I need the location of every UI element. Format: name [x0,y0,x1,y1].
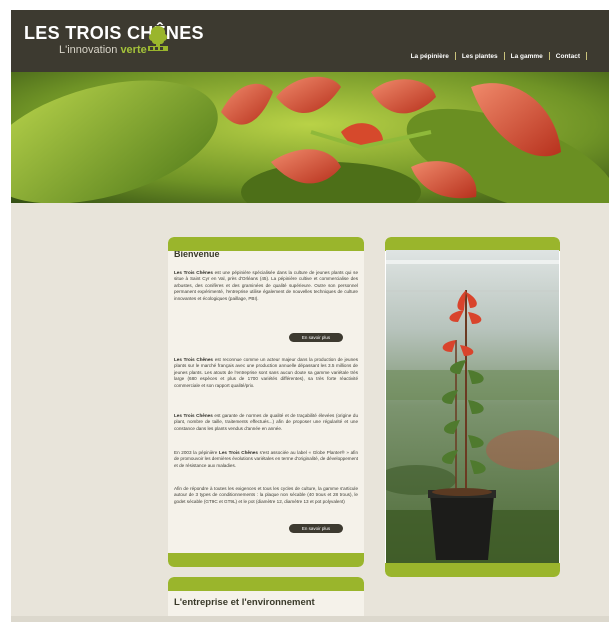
potted-plant-image [386,250,559,563]
welcome-paragraph-3: Les Trois Chênes est garante de normes d… [174,413,358,432]
learn-more-button[interactable]: En savoir plus [289,333,343,342]
main-nav: La pépinière Les plantes La gamme Contac… [405,52,587,60]
welcome-paragraph-2: Les Trois Chênes est reconnue comme un a… [174,357,358,389]
enterprise-title: L'entreprise et l'environnement [174,597,315,608]
oak-tree-logo-icon [148,26,168,51]
card-footer-bar [168,553,364,567]
page-bottom-strip [11,616,609,622]
plant-in-pot-photo [386,250,559,563]
site-header: LES TROIS CHÊNES L'innovation verte La p… [11,10,609,72]
card-header-bar [168,237,364,251]
hero-banner-image [11,72,609,203]
brand-name: Les Trois Chênes [219,450,258,455]
card-header-bar [168,577,364,591]
logo-title[interactable]: LES TROIS CHÊNES [24,23,204,44]
red-leaves-photo [11,72,609,203]
welcome-paragraph-1: Les Trois Chênes est une pépinière spéci… [174,270,358,302]
nav-item-gamme[interactable]: La gamme [505,53,549,60]
welcome-paragraph-4: En 2003 la pépinière Les Trois Chênes s'… [174,450,358,469]
nav-item-contact[interactable]: Contact [550,53,586,60]
nav-item-plantes[interactable]: Les plantes [456,53,504,60]
brand-name: Les Trois Chênes [174,413,213,418]
welcome-paragraph-5: Afin de répondre à toutes les exigences … [174,486,358,504]
plant-photo-card [385,237,560,577]
brand-name: Les Trois Chênes [174,270,213,275]
welcome-card: Bienvenue Les Trois Chênes est une pépin… [168,237,364,567]
tagline-prefix: L'innovation [59,44,118,56]
nav-item-pepiniere[interactable]: La pépinière [405,53,455,60]
welcome-title: Bienvenue [174,251,220,259]
logo-tagline: L'innovation verte [59,44,147,56]
learn-more-button[interactable]: En savoir plus [289,524,343,533]
tagline-accent: verte [120,44,147,56]
paragraph-text: En 2003 la pépinière [174,450,220,455]
card-footer-bar [385,563,560,577]
page: LES TROIS CHÊNES L'innovation verte La p… [11,10,609,622]
main-content: Bienvenue Les Trois Chênes est une pépin… [11,203,609,622]
brand-name: Les Trois Chênes [174,357,213,362]
nav-divider [586,52,587,60]
card-header-bar [385,237,560,251]
